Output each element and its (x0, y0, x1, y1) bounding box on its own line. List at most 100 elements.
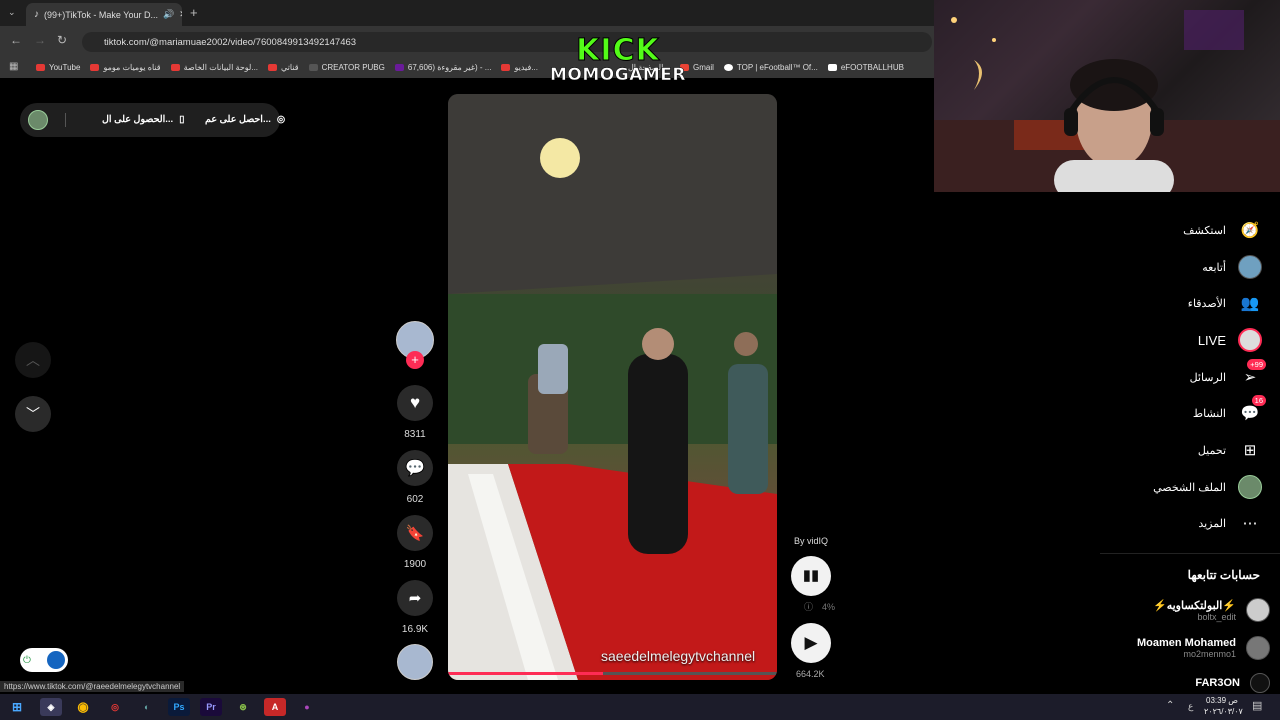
compass-icon: 🧭 (1240, 222, 1260, 239)
bookmark-video[interactable]: فيديو... (501, 63, 538, 72)
sidebar-item-explore[interactable]: استكشف 🧭 (1183, 218, 1262, 242)
back-icon[interactable]: ← (10, 33, 22, 47)
compass-icon: ◎ (276, 114, 286, 125)
streamer-name: MOMOGAMER (550, 65, 686, 85)
pill-divider (65, 113, 66, 127)
forward-icon[interactable]: → (34, 33, 46, 47)
extension-toggle[interactable]: ⏻ (20, 648, 68, 672)
share-button[interactable]: ➦ (397, 580, 433, 616)
url-input[interactable]: tiktok.com/@mariamuae2002/video/76008499… (82, 32, 932, 52)
following-account-1[interactable]: ⚡البولتكساويه⚡ boltx_edit (1153, 598, 1270, 622)
sidebar-item-live[interactable]: LIVE (1198, 328, 1262, 352)
bookmark-efootball[interactable]: TOP | eFootball™ Of... (723, 63, 818, 72)
account-name: FAR3ON (1195, 677, 1240, 689)
app-icon-5[interactable]: A (264, 698, 286, 716)
inbox-icon: 💬 16 (1238, 395, 1266, 425)
send-icon: ➢ +99 (1238, 359, 1266, 389)
extension-logo-icon (47, 651, 65, 669)
friends-icon: 👥 (1240, 295, 1260, 312)
plus-square-icon: ⊞ (1243, 442, 1257, 459)
like-button[interactable]: ♥ (397, 385, 433, 421)
browser-tab[interactable]: ♪ (99+)TikTok - Make Your D... 🔊 ✕ (26, 3, 182, 26)
video-player[interactable]: saeedelmelegytvchannel (448, 94, 777, 680)
profile-avatar (1238, 475, 1262, 499)
clock-date[interactable]: ٢٠٢٦/٠٣/٠٧ (1204, 707, 1243, 716)
following-avatar (1238, 255, 1262, 279)
bookmark-momo-channel[interactable]: قناه يوميات مومو (90, 63, 161, 72)
previous-video-button[interactable]: ︿ (15, 342, 51, 378)
new-tab-button[interactable]: + (190, 5, 198, 20)
heart-icon: ♥ (409, 393, 421, 412)
sidebar-item-more[interactable]: المزيد ⋯ (1198, 511, 1262, 535)
tab-close-icon[interactable]: ✕ (179, 9, 182, 20)
music-disc-avatar[interactable] (397, 644, 433, 680)
play-button[interactable]: ▶ (791, 623, 831, 663)
chrome-icon[interactable]: ◉ (72, 698, 94, 716)
sidebar-divider (1100, 553, 1280, 554)
url-text: tiktok.com/@mariamuae2002/video/76008499… (104, 36, 357, 48)
following-account-3[interactable]: FAR3ON (1195, 673, 1270, 693)
vidiq-stats-button[interactable]: ▮▮ (791, 556, 831, 596)
following-accounts-title: حسابات تتابعها (1187, 568, 1260, 582)
app-icon-4[interactable]: ⊛ (232, 698, 254, 716)
save-count: 1900 (403, 559, 427, 570)
bookmark-yahoo-mail[interactable]: 67,606) غير مقروءة) - ... (394, 63, 491, 72)
sidebar-item-profile[interactable]: الملف الشخصي (1153, 475, 1262, 499)
bookmark-youtube[interactable]: YouTube (36, 63, 80, 72)
bookmark-dashboard[interactable]: لوحة البيانات الخاصة... (170, 63, 258, 72)
reload-icon[interactable]: ↻ (57, 33, 67, 47)
view-count: 664.2K (796, 669, 825, 679)
phone-icon: ▯ (179, 114, 185, 125)
vidiq-percent: 4% (822, 602, 836, 612)
tab-title: (99+)TikTok - Make Your D... (44, 9, 158, 20)
live-avatar (1238, 328, 1262, 352)
bookmarks-bar: ▦ YouTube قناه يوميات مومو لوحة البيانات… (0, 56, 935, 78)
video-watermark: saeedelmelegytvchannel (601, 648, 756, 664)
comment-count: 602 (406, 494, 424, 505)
app-icon-2[interactable]: ◎ (104, 698, 126, 716)
video-frame (448, 94, 777, 680)
info-icon: ⓘ (804, 602, 814, 612)
avatar[interactable] (28, 110, 48, 130)
windows-start-icon[interactable]: ⊞ (6, 698, 28, 716)
webcam-scene (934, 10, 1280, 192)
app-icon-3[interactable]: ◐ (136, 698, 158, 716)
like-count: 8311 (404, 429, 426, 440)
tab-list-chevron-icon[interactable]: ⌄ (8, 7, 16, 18)
vidiq-by-label: By vidIQ (794, 536, 829, 546)
app-icon-1[interactable]: ◈ (40, 698, 62, 716)
bookmark-creator-pubg[interactable]: CREATOR PUBG (308, 63, 385, 72)
account-avatar (1250, 673, 1270, 693)
account-avatar (1246, 636, 1270, 660)
clock-time[interactable]: 03:39 ص (1206, 696, 1238, 705)
sidebar-item-friends[interactable]: الأصدقاء 👥 (1188, 291, 1262, 315)
tab-audio-icon[interactable]: 🔊 (163, 9, 174, 20)
next-video-button[interactable]: ﹀ (15, 396, 51, 432)
share-count: 16.9K (401, 624, 429, 635)
sidebar-item-upload[interactable]: تحميل ⊞ (1198, 438, 1262, 462)
sidebar-item-activity[interactable]: النشاط 💬 16 (1193, 395, 1266, 425)
kick-logo-text: KICK (576, 33, 660, 68)
comment-button[interactable]: 💬 (397, 450, 433, 486)
language-indicator[interactable]: ع (1188, 701, 1193, 712)
premiere-icon[interactable]: Pr (200, 698, 222, 716)
tray-chevron-icon[interactable]: ⌃ (1166, 700, 1174, 711)
follow-plus-icon[interactable]: + (406, 351, 424, 369)
bookmark-my-channel[interactable]: قناتي (268, 63, 299, 72)
sidebar-item-following[interactable]: أتابعه (1202, 255, 1262, 279)
bookmark-icon: 🔖 (405, 525, 425, 542)
notification-icon[interactable]: ▤ (1252, 699, 1262, 712)
save-button[interactable]: 🔖 (397, 515, 433, 551)
taskbar: ⊞ ◈ ◉ ◎ ◐ Ps Pr ⊛ A ● ⌃ ع 03:39 ص ٢٠٢٦/٠… (0, 694, 1280, 720)
account-avatar (1246, 598, 1270, 622)
kick-stream-logo: KICK MOMOGAMER (548, 33, 688, 85)
app-icon-6[interactable]: ● (296, 698, 318, 716)
following-account-2[interactable]: Moamen Mohamed mo2menmo1 (1137, 636, 1270, 660)
sidebar-item-messages[interactable]: الرسائل ➢ +99 (1190, 359, 1266, 389)
pill-item-get[interactable]: الحصول على ال... ▯ (102, 114, 184, 125)
apps-grid-icon[interactable]: ▦ (9, 61, 18, 72)
tiktok-icon: ♪ (34, 9, 39, 20)
pill-item-earn[interactable]: احصل على عم... ◎ (205, 114, 285, 125)
photoshop-icon[interactable]: Ps (168, 698, 190, 716)
bookmark-efootballhub[interactable]: eFOOTBALLHUB (827, 63, 904, 72)
